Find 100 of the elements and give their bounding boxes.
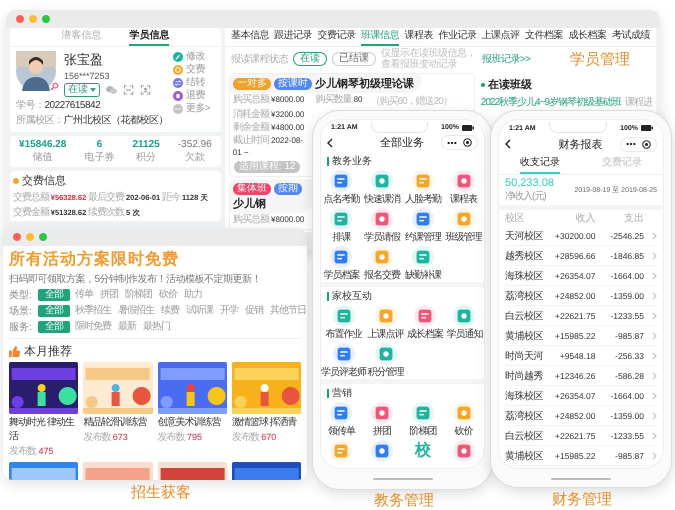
filter-option[interactable]: 其他节日 <box>268 305 307 317</box>
action-link[interactable]: 修改 <box>172 51 215 63</box>
tab[interactable]: 班课信息 <box>361 28 399 46</box>
filter-option[interactable]: 促销 <box>243 305 265 317</box>
table-row[interactable]: 白云校区 +22621.75 -1233.55 <box>505 306 657 326</box>
tile-icon[interactable] <box>332 305 354 327</box>
table-row[interactable]: 黄埔校区 +15985.22 -985.87 <box>505 326 657 346</box>
table-row[interactable]: 海珠校区 +26354.07 -1664.00 <box>505 266 657 286</box>
table-row[interactable]: 白云校区 +22621.75 -1233.55 <box>505 426 657 446</box>
filter-option[interactable]: 全部 <box>38 305 70 317</box>
stat-label: 积分 <box>136 151 156 164</box>
filter-option[interactable]: 阶梯团 <box>123 289 154 301</box>
close-button[interactable] <box>16 15 24 23</box>
more-icon[interactable] <box>626 142 636 146</box>
status-pill[interactable]: 在读 <box>292 52 327 66</box>
tile-icon[interactable] <box>330 246 352 268</box>
tile-icon[interactable] <box>452 170 475 192</box>
tab[interactable]: 作业记录 <box>438 28 476 46</box>
chat-icon[interactable] <box>106 85 117 95</box>
tile-icon[interactable] <box>412 246 434 268</box>
back-icon[interactable] <box>327 138 333 148</box>
tab[interactable]: 跟进记录 <box>274 28 312 46</box>
chevron-icon <box>652 272 657 280</box>
tile-icon[interactable] <box>371 402 394 424</box>
tab[interactable]: 收支记录 <box>520 154 560 174</box>
filter-option[interactable]: 最新 <box>116 321 138 333</box>
tile-icon[interactable] <box>371 170 394 192</box>
tab[interactable]: 文件档案 <box>525 28 564 46</box>
status-dropdown[interactable]: 在读 <box>64 83 100 97</box>
tile-icon[interactable] <box>332 343 354 365</box>
maximize-button[interactable] <box>42 15 50 23</box>
table-row[interactable]: 时尚越秀 +12346.26 -586.28 <box>505 366 657 386</box>
filter-option[interactable]: 传单 <box>73 289 95 301</box>
face-scan-icon[interactable] <box>140 85 151 95</box>
status-pill[interactable]: 已结课 <box>332 52 376 66</box>
close-button[interactable] <box>13 233 21 241</box>
maximize-button[interactable] <box>39 233 47 241</box>
tab[interactable]: 基本信息 <box>230 28 269 46</box>
section-caption: 财务管理 <box>552 490 612 509</box>
tab[interactable]: 学员信息 <box>129 28 170 46</box>
filter-option[interactable]: 开学 <box>218 305 240 317</box>
records-link[interactable]: 报班记录>> <box>482 52 530 66</box>
tile-icon[interactable] <box>330 402 352 424</box>
tab[interactable]: 上课点评 <box>482 28 520 46</box>
tile-icon[interactable] <box>330 208 352 230</box>
home-indicator <box>551 478 611 480</box>
chevron-icon <box>652 352 657 360</box>
tile-icon[interactable] <box>412 402 434 424</box>
tab[interactable]: 交费记录 <box>602 154 642 174</box>
filter-option[interactable]: 全部 <box>38 321 70 333</box>
tile-icon[interactable] <box>412 170 434 192</box>
class-name[interactable]: 2022秋季少儿4~9岁钢琴初级基础班 <box>480 95 621 109</box>
target-icon[interactable] <box>642 140 651 148</box>
filter-option[interactable]: 拼团 <box>98 289 120 301</box>
filter-option[interactable]: 续费 <box>159 305 181 317</box>
tile-icon[interactable] <box>330 440 352 462</box>
table-row[interactable]: 越秀校区 +28596.66 -1846.85 <box>505 246 657 266</box>
filter-option[interactable]: 试听课 <box>184 305 215 317</box>
filter-option[interactable]: 全部 <box>38 289 70 301</box>
filter-option[interactable]: 砍价 <box>157 289 179 301</box>
tab[interactable]: 考试成绩 <box>612 28 650 46</box>
table-row[interactable]: 黄埔校区 +15985.22 -985.87 <box>505 446 657 466</box>
tile-icon[interactable] <box>452 208 475 230</box>
filter-option[interactable]: 秋季招生 <box>73 305 113 317</box>
tile-icon[interactable] <box>371 246 394 268</box>
tab[interactable]: 交费记录 <box>318 28 356 46</box>
chevron-icon <box>652 312 657 320</box>
action-link[interactable]: 更多> <box>172 103 215 115</box>
action-link[interactable]: 结转 <box>172 77 215 89</box>
table-row[interactable]: 海珠校区 +26354.07 -1664.00 <box>505 386 657 406</box>
table-row[interactable]: 荔湾校区 +24852.00 -1359.00 <box>505 406 657 426</box>
minimize-button[interactable] <box>29 15 37 23</box>
table-row[interactable]: 天河校区 +30200.00 -2546.25 <box>505 226 657 246</box>
scan-icon[interactable] <box>123 85 134 95</box>
table-row[interactable]: 荔湾校区 +24852.00 -1359.00 <box>505 286 657 306</box>
tab[interactable]: 课程表 <box>404 28 433 46</box>
target-icon[interactable] <box>463 138 472 147</box>
tile-icon[interactable] <box>374 343 397 365</box>
tab[interactable]: 成长档案 <box>568 28 607 46</box>
action-link[interactable]: 交费 <box>172 64 215 76</box>
tile-icon[interactable] <box>412 208 434 230</box>
tile-icon[interactable] <box>371 208 394 230</box>
more-icon[interactable] <box>447 140 457 144</box>
filter-option[interactable]: 暑假招生 <box>116 305 156 317</box>
filter-option[interactable]: 最热门 <box>141 321 172 333</box>
tab[interactable]: 潜客信息 <box>61 28 102 46</box>
tile-icon[interactable] <box>453 305 476 327</box>
action-link[interactable]: 退费 <box>172 90 215 102</box>
tile-icon[interactable] <box>330 170 352 192</box>
tile-icon[interactable] <box>371 440 394 462</box>
back-icon[interactable] <box>505 139 511 149</box>
tile-icon[interactable] <box>452 440 475 462</box>
tile-icon[interactable] <box>374 305 397 327</box>
minimize-button[interactable] <box>26 233 34 241</box>
glyph-icon[interactable]: 校 <box>414 440 431 462</box>
tile-icon[interactable] <box>452 402 475 424</box>
filter-option[interactable]: 限时免费 <box>73 321 113 333</box>
tile-icon[interactable] <box>414 305 436 327</box>
filter-option[interactable]: 助力 <box>182 289 204 301</box>
table-row[interactable]: 时尚天河 +9548.18 -256.33 <box>505 346 657 366</box>
